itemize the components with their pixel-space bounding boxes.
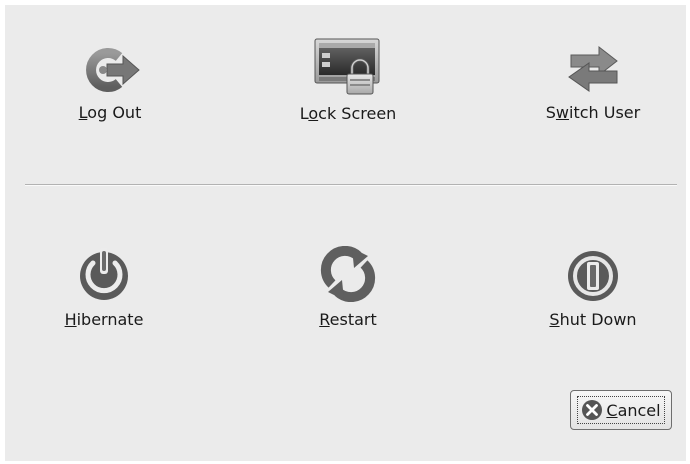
shut-down-button[interactable]: Shut Down (513, 246, 673, 329)
logout-dialog: Log Out Lock Screen Switch User Hibernat… (5, 5, 686, 461)
shutdown-icon (568, 251, 618, 301)
log-out-button[interactable]: Log Out (30, 45, 190, 122)
restart-icon (320, 246, 376, 302)
logout-icon (86, 48, 140, 92)
restart-label: Restart (319, 310, 377, 329)
hibernate-icon (80, 248, 128, 300)
cancel-label: Cancel (606, 400, 661, 420)
switch-user-label: Switch User (545, 103, 641, 122)
cancel-icon (582, 400, 603, 420)
cancel-focus-ring: Cancel (577, 396, 665, 424)
cancel-button[interactable]: Cancel (570, 390, 672, 430)
log-out-label: Log Out (78, 103, 142, 122)
switch-user-icon (568, 45, 618, 92)
restart-button[interactable]: Restart (268, 246, 428, 329)
lock-screen-icon (314, 38, 380, 95)
lock-screen-label: Lock Screen (299, 104, 397, 123)
hibernate-button[interactable]: Hibernate (24, 246, 184, 329)
shut-down-label: Shut Down (549, 310, 637, 329)
hibernate-label: Hibernate (64, 310, 144, 329)
separator (25, 184, 677, 186)
switch-user-button[interactable]: Switch User (513, 43, 673, 122)
lock-screen-button[interactable]: Lock Screen (268, 38, 428, 123)
